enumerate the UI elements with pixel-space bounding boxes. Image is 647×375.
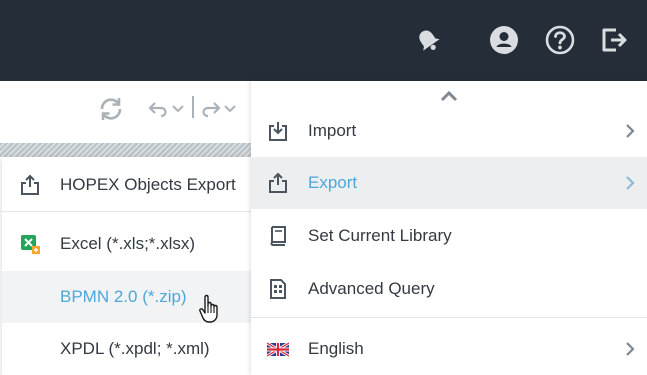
bell-icon[interactable] bbox=[412, 24, 444, 56]
export-icon bbox=[19, 174, 41, 196]
menu-item-label: English bbox=[308, 339, 364, 358]
uk-flag-icon bbox=[267, 338, 289, 360]
menu-item-advanced-query[interactable]: Advanced Query bbox=[251, 263, 647, 315]
menu-item-export[interactable]: Export bbox=[251, 157, 647, 209]
menu-item-label: Set Current Library bbox=[308, 226, 452, 245]
hand-pointer-cursor-icon bbox=[199, 294, 221, 329]
import-icon bbox=[267, 120, 289, 142]
submenu-item-xpdl[interactable]: XPDL (*.xpdl; *.xml) bbox=[2, 323, 251, 375]
actions-menu: Import Export Set Current Library Advanc… bbox=[251, 81, 647, 375]
user-account-icon[interactable] bbox=[488, 24, 520, 56]
menu-item-language[interactable]: English bbox=[251, 323, 647, 375]
submenu-item-label: Excel (*.xls;*.xlsx) bbox=[60, 234, 196, 253]
menu-item-set-current-library[interactable]: Set Current Library bbox=[251, 210, 647, 262]
toolbar bbox=[0, 81, 251, 143]
redo-dropdown-icon[interactable] bbox=[224, 104, 236, 114]
background-pattern bbox=[0, 143, 251, 157]
redo-icon[interactable] bbox=[199, 99, 221, 119]
export-icon bbox=[267, 172, 289, 194]
export-submenu: HOPEX Objects Export Excel (*.xls;*.xlsx… bbox=[2, 157, 251, 375]
menu-item-label: Advanced Query bbox=[308, 279, 435, 298]
undo-dropdown-icon[interactable] bbox=[172, 104, 184, 114]
top-header-bar bbox=[0, 0, 647, 81]
logout-icon[interactable] bbox=[598, 24, 630, 56]
chevron-right-icon bbox=[625, 123, 635, 144]
submenu-item-excel[interactable]: Excel (*.xls;*.xlsx) bbox=[2, 218, 251, 270]
submenu-item-label: BPMN 2.0 (*.zip) bbox=[60, 287, 187, 306]
submenu-divider bbox=[2, 211, 251, 212]
excel-icon bbox=[19, 233, 41, 255]
book-icon bbox=[267, 225, 289, 247]
submenu-item-hopex-objects-export[interactable]: HOPEX Objects Export bbox=[2, 159, 251, 211]
menu-divider bbox=[251, 317, 647, 318]
chevron-right-icon bbox=[625, 341, 635, 362]
submenu-item-label: HOPEX Objects Export bbox=[60, 175, 236, 194]
submenu-item-label: XPDL (*.xpdl; *.xml) bbox=[60, 339, 210, 358]
query-document-icon bbox=[267, 278, 289, 300]
menu-item-import[interactable]: Import bbox=[251, 105, 647, 157]
help-icon[interactable] bbox=[544, 24, 576, 56]
menu-item-label: Export bbox=[308, 173, 358, 192]
chevron-right-icon bbox=[625, 175, 635, 196]
menu-item-label: Import bbox=[308, 121, 357, 140]
undo-icon[interactable] bbox=[148, 99, 170, 119]
toolbar-separator bbox=[192, 96, 194, 118]
refresh-icon[interactable] bbox=[98, 96, 124, 122]
